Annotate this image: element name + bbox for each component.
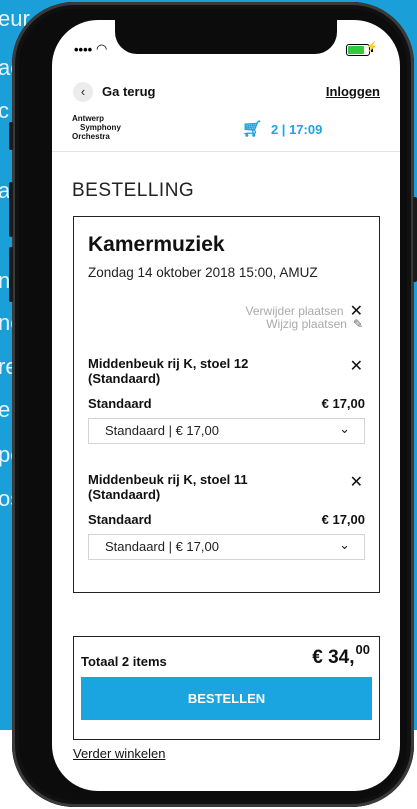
cart-count: 2 <box>270 122 279 137</box>
back-button[interactable]: ‹ <box>73 82 93 102</box>
ticket-row: Standaard € 17,00 <box>88 396 365 414</box>
signal-icon: •••• <box>74 42 93 57</box>
volume-up-button <box>9 182 13 237</box>
cart-timer: 17:09 <box>289 122 323 137</box>
change-seats-label: Wijzig plaatsen <box>266 317 347 331</box>
ticket-type-select[interactable]: Standaard | € 17,00 ⌄ <box>88 534 365 560</box>
total-amount-cents: 00 <box>355 642 370 657</box>
total-label: Totaal 2 items <box>81 654 167 669</box>
power-button <box>413 197 417 282</box>
cart-icon: 🛒︎ <box>242 121 263 138</box>
volume-down-button <box>9 247 13 302</box>
chevron-down-icon: ⌄ <box>339 421 350 436</box>
chevron-down-icon: ⌄ <box>339 537 350 552</box>
cart-separator: | <box>281 122 286 137</box>
phone-screen: •••• ◠ ⚡ ‹ Ga terug Inloggen Antwerp Sym… <box>52 20 400 791</box>
ticket-type: Standaard <box>88 512 152 527</box>
remove-seats-label: Verwijder plaatsen <box>245 304 344 318</box>
remove-ticket-icon[interactable]: ✕ <box>350 472 363 492</box>
top-nav: ‹ Ga terug Inloggen <box>73 82 380 102</box>
ticket-item: Middenbeuk rij K, stoel 11 (Standaard) ✕… <box>88 472 365 560</box>
back-link[interactable]: Ga terug <box>102 84 155 99</box>
ticket-item: Middenbeuk rij K, stoel 12 (Standaard) ✕… <box>88 356 365 444</box>
total-card: Totaal 2 items € 34,00 BESTELLEN <box>73 636 380 740</box>
continue-shopping-link[interactable]: Verder winkelen <box>73 746 166 761</box>
chevron-left-icon: ‹ <box>80 84 86 99</box>
logo-line: Symphony <box>80 123 121 132</box>
event-date: Zondag 14 oktober 2018 15:00, AMUZ <box>88 265 318 280</box>
ticket-type-select[interactable]: Standaard | € 17,00 ⌄ <box>88 418 365 444</box>
background-text-line: e <box>0 397 11 422</box>
ticket-select-value: Standaard | € 17,00 <box>105 423 219 438</box>
wifi-icon: ◠ <box>96 41 108 56</box>
ticket-seat: Middenbeuk rij K, stoel 12 (Standaard) <box>88 356 249 386</box>
ticket-seat: Middenbeuk rij K, stoel 11 (Standaard) <box>88 472 248 502</box>
logo-line: Orchestra <box>72 132 110 141</box>
change-seats-button[interactable]: Wijzig plaatsen ✎ <box>266 317 363 331</box>
order-button[interactable]: BESTELLEN <box>81 677 372 720</box>
ticket-select-value: Standaard | € 17,00 <box>105 539 219 554</box>
pencil-icon: ✎ <box>352 317 363 331</box>
phone-frame: •••• ◠ ⚡ ‹ Ga terug Inloggen Antwerp Sym… <box>9 2 417 807</box>
page-title: BESTELLING <box>72 180 195 201</box>
status-bar: •••• ◠ ⚡ <box>52 41 400 59</box>
cart-summary[interactable]: 🛒︎ 2 | 17:09 <box>242 119 322 139</box>
background-text-line: c <box>0 98 9 123</box>
logo-line: Antwerp <box>72 114 104 123</box>
order-card: Kamermuziek Zondag 14 oktober 2018 15:00… <box>73 216 380 593</box>
ticket-row: Standaard € 17,00 <box>88 512 365 530</box>
ticket-type: Standaard <box>88 396 152 411</box>
total-amount: € 34,00 <box>312 642 370 669</box>
ticket-price: € 17,00 <box>321 396 365 411</box>
ticket-price: € 17,00 <box>321 512 365 527</box>
antwerp-symphony-orchestra-logo[interactable]: Antwerp Symphony Orchestra <box>72 114 121 141</box>
event-title: Kamermuziek <box>88 233 225 256</box>
remove-ticket-icon[interactable]: ✕ <box>350 356 363 376</box>
total-amount-main: € 34, <box>312 647 355 668</box>
header-divider <box>52 151 400 152</box>
charging-icon: ⚡ <box>365 42 378 53</box>
login-link[interactable]: Inloggen <box>326 84 380 99</box>
mute-switch <box>9 122 13 150</box>
